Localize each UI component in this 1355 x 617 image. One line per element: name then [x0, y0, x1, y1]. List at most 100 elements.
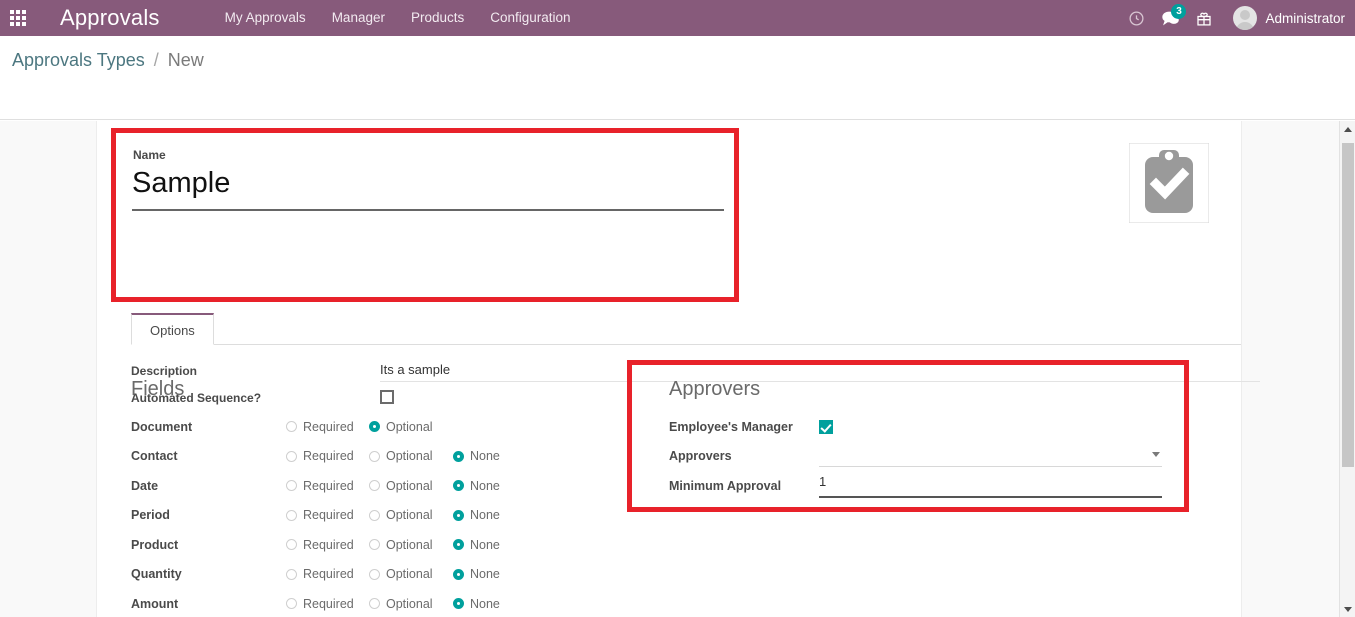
- field-label-contact: Contact: [131, 449, 178, 464]
- radio-label: Optional: [386, 449, 433, 464]
- radio-document-required[interactable]: Required: [286, 420, 369, 434]
- content-area: Name Sample Description Its a sample Aut…: [0, 121, 1355, 617]
- menu-item-products[interactable]: Products: [398, 0, 477, 36]
- breadcrumb: Approvals Types / New: [12, 50, 204, 71]
- radio-quantity-required[interactable]: Required: [286, 567, 369, 581]
- form-sheet: Name Sample Description Its a sample Aut…: [96, 121, 1260, 617]
- radio-dot-icon: [369, 509, 380, 521]
- radio-dot-icon: [369, 421, 380, 433]
- radio-label: Optional: [386, 419, 433, 434]
- radio-label: Optional: [386, 508, 433, 523]
- app-brand-title[interactable]: Approvals: [60, 5, 160, 31]
- field-row-date: Date Required Optional None: [131, 471, 651, 501]
- notebook-tabs: Options: [131, 313, 1241, 345]
- chat-bubble-icon[interactable]: 3: [1153, 0, 1187, 36]
- radio-amount-optional[interactable]: Optional: [369, 597, 453, 611]
- radio-period-optional[interactable]: Optional: [369, 508, 453, 522]
- radio-label: None: [470, 478, 500, 493]
- chevron-down-icon[interactable]: [1152, 452, 1160, 458]
- name-input[interactable]: Sample: [132, 165, 724, 211]
- radio-dot-icon: [453, 568, 464, 580]
- clock-icon[interactable]: [1119, 0, 1153, 36]
- apps-grid-icon[interactable]: [0, 0, 36, 36]
- radio-period-required[interactable]: Required: [286, 508, 369, 522]
- field-label-date: Date: [131, 478, 159, 493]
- radio-label: None: [470, 537, 500, 552]
- user-avatar-icon: [1233, 6, 1258, 30]
- minimum-approval-input[interactable]: 1: [819, 474, 1162, 498]
- radio-contact-required[interactable]: Required: [286, 449, 369, 463]
- radio-dot-icon: [286, 509, 297, 521]
- user-menu[interactable]: Administrator: [1221, 6, 1345, 30]
- name-label: Name: [133, 148, 166, 162]
- radio-document-optional[interactable]: Optional: [369, 420, 453, 434]
- radio-label: Optional: [386, 537, 433, 552]
- top-navbar: Approvals My Approvals Manager Products …: [0, 0, 1355, 36]
- control-panel: Approvals Types / New SAVE DISCARD: [0, 36, 1355, 152]
- radio-label: Optional: [386, 478, 433, 493]
- radio-date-optional[interactable]: Optional: [369, 479, 453, 493]
- row-approvers: Approvers: [669, 442, 1229, 472]
- radio-label: Required: [303, 449, 354, 464]
- radio-period-none[interactable]: None: [453, 508, 500, 522]
- radio-label: Required: [303, 596, 354, 611]
- radio-date-none[interactable]: None: [453, 479, 500, 493]
- radio-label: Optional: [386, 596, 433, 611]
- radio-product-required[interactable]: Required: [286, 538, 369, 552]
- approvers-input[interactable]: [819, 445, 1162, 468]
- radio-dot-icon: [286, 539, 297, 551]
- menu-item-manager[interactable]: Manager: [319, 0, 398, 36]
- employees-manager-checkbox[interactable]: [819, 419, 833, 434]
- username-label: Administrator: [1265, 10, 1345, 26]
- minimum-approval-label: Minimum Approval: [669, 478, 782, 493]
- radio-amount-required[interactable]: Required: [286, 597, 369, 611]
- radio-dot-icon: [286, 480, 297, 492]
- messages-count-badge: 3: [1171, 4, 1187, 19]
- radio-dot-icon: [453, 509, 464, 521]
- chevron-up-icon[interactable]: [1340, 121, 1355, 137]
- notebook: Options: [97, 313, 1241, 345]
- menu-item-my-approvals[interactable]: My Approvals: [212, 0, 319, 36]
- breadcrumb-current: New: [167, 50, 204, 70]
- field-row-amount: Amount Required Optional None: [131, 589, 651, 617]
- field-label-amount: Amount: [131, 596, 179, 611]
- chevron-down-icon[interactable]: [1340, 601, 1355, 617]
- fields-section-title: Fields: [131, 378, 185, 400]
- field-row-document: Document Required Optional: [131, 412, 651, 442]
- radio-dot-icon: [453, 480, 464, 492]
- approval-type-image[interactable]: [1128, 142, 1210, 224]
- radio-dot-icon: [369, 539, 380, 551]
- radio-amount-none[interactable]: None: [453, 597, 500, 611]
- radio-product-optional[interactable]: Optional: [369, 538, 453, 552]
- field-row-product: Product Required Optional None: [131, 530, 651, 560]
- radio-contact-optional[interactable]: Optional: [369, 449, 453, 463]
- main-menu: My Approvals Manager Products Configurat…: [212, 0, 584, 36]
- radio-dot-icon: [453, 539, 464, 551]
- approvers-label: Approvers: [669, 449, 732, 464]
- breadcrumb-parent[interactable]: Approvals Types: [12, 50, 145, 70]
- field-label-product: Product: [131, 537, 179, 552]
- field-label-quantity: Quantity: [131, 567, 182, 582]
- radio-date-required[interactable]: Required: [286, 479, 369, 493]
- approvers-section: Approvers Employee's Manager Approvers M…: [669, 376, 1229, 501]
- gift-icon[interactable]: [1187, 0, 1221, 36]
- field-row-quantity: Quantity Required Optional None: [131, 560, 651, 590]
- radio-quantity-none[interactable]: None: [453, 567, 500, 581]
- radio-quantity-optional[interactable]: Optional: [369, 567, 453, 581]
- radio-dot-icon: [286, 568, 297, 580]
- breadcrumb-separator: /: [153, 50, 159, 70]
- tab-options[interactable]: Options: [131, 313, 214, 345]
- radio-product-none[interactable]: None: [453, 538, 500, 552]
- radio-dot-icon: [453, 598, 464, 610]
- row-minimum-approval: Minimum Approval 1: [669, 471, 1229, 501]
- field-row-period: Period Required Optional None: [131, 501, 651, 531]
- radio-label: Required: [303, 567, 354, 582]
- vertical-scrollbar[interactable]: [1339, 121, 1355, 617]
- radio-contact-none[interactable]: None: [453, 449, 500, 463]
- row-employees-manager: Employee's Manager: [669, 412, 1229, 442]
- radio-label: Required: [303, 478, 354, 493]
- scrollbar-thumb[interactable]: [1342, 143, 1354, 467]
- menu-item-configuration[interactable]: Configuration: [477, 0, 583, 36]
- radio-dot-icon: [453, 450, 464, 462]
- radio-label: None: [470, 508, 500, 523]
